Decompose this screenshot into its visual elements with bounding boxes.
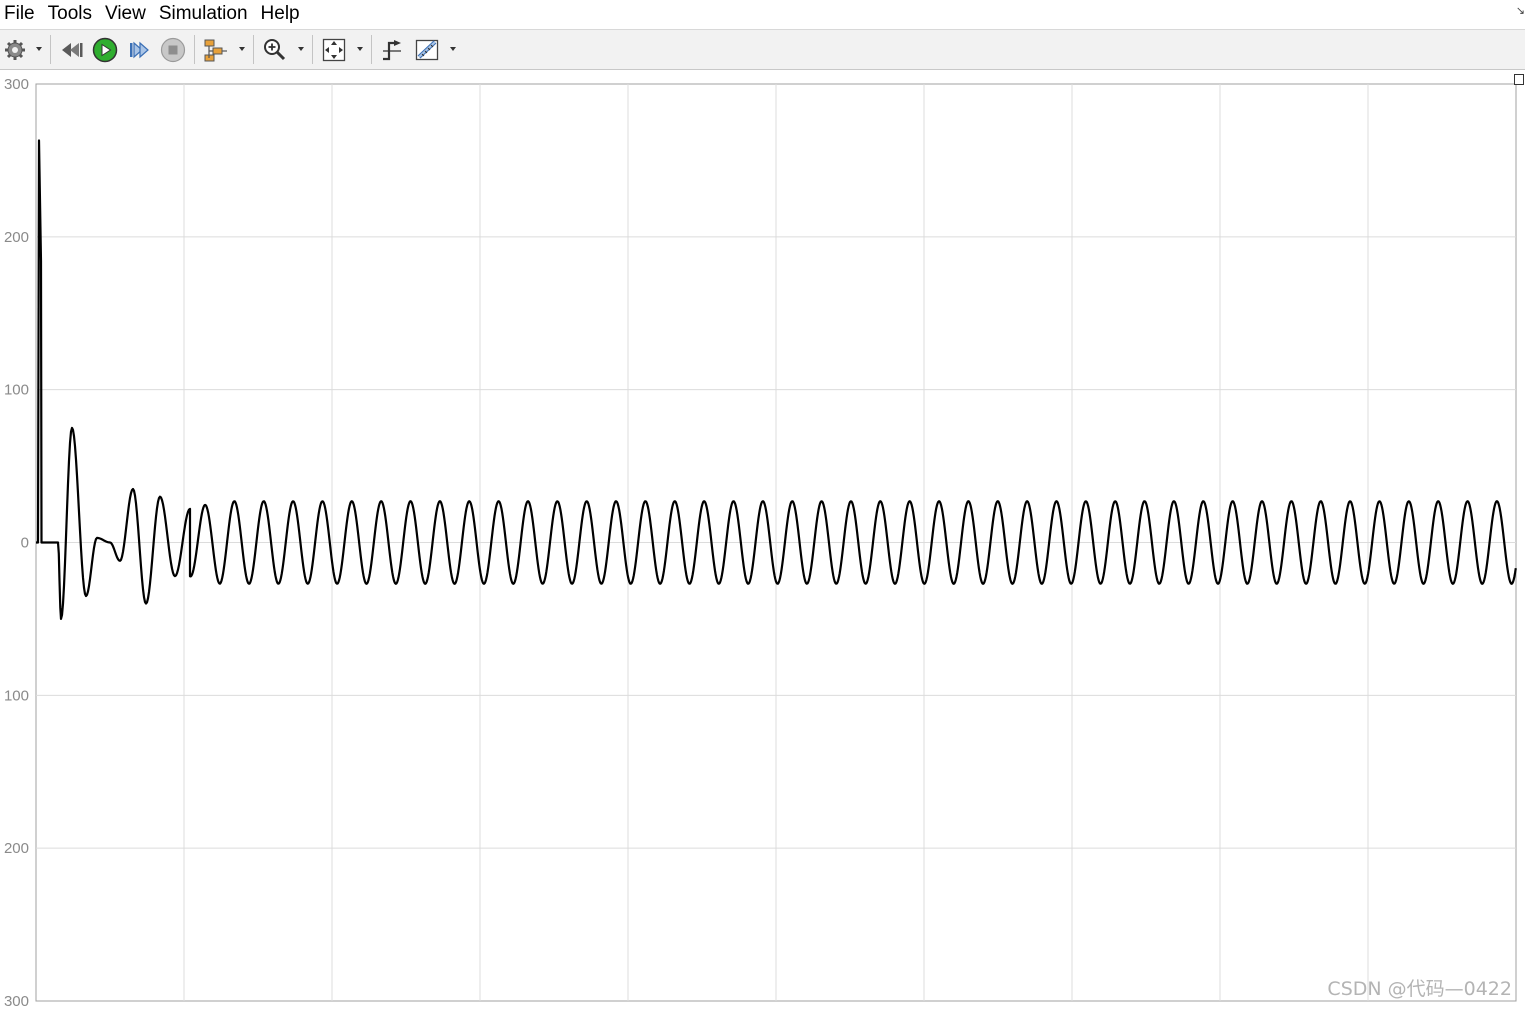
zoom-in-icon	[264, 38, 286, 60]
toolbar-separator	[194, 35, 195, 64]
y-tick-label: 0	[21, 535, 29, 552]
measurements-button[interactable]	[414, 36, 442, 63]
fit-to-view-button[interactable]	[321, 36, 347, 63]
stop-button[interactable]	[160, 36, 186, 63]
undock-icon[interactable]: ↘	[1516, 4, 1525, 17]
fit-to-view-icon	[322, 38, 346, 61]
stop-icon	[160, 37, 186, 62]
scope-plot[interactable]: 300 200 100 0 100 200 300	[0, 70, 1525, 1009]
menu-simulation[interactable]: Simulation	[154, 0, 256, 28]
settings-dropdown-icon[interactable]	[36, 47, 42, 51]
toolbar-separator	[371, 35, 372, 64]
toolbar-separator	[50, 35, 51, 64]
toolbar-separator	[253, 35, 254, 64]
run-icon	[92, 37, 118, 62]
y-tick-label: 300	[4, 76, 29, 93]
settings-icon	[5, 39, 25, 60]
restore-axes-icon[interactable]	[1514, 74, 1524, 85]
step-forward-icon	[130, 41, 149, 58]
menu-file[interactable]: File	[0, 0, 43, 28]
y-tick-label: 200	[4, 229, 29, 246]
zoom-dropdown-icon[interactable]	[298, 47, 304, 51]
zoom-button[interactable]	[262, 36, 288, 63]
menu-view[interactable]: View	[100, 0, 154, 28]
y-tick-labels: 300 200 100 0 100 200 300	[4, 76, 29, 1009]
measurements-icon	[415, 39, 439, 60]
fit-to-view-dropdown-icon[interactable]	[357, 47, 363, 51]
triggers-icon	[383, 39, 401, 60]
menu-bar: File Tools View Simulation Help ↘	[0, 0, 1525, 28]
measurements-dropdown-icon[interactable]	[450, 47, 456, 51]
signal-highlight-icon	[204, 39, 227, 61]
toolbar-separator	[312, 35, 313, 64]
y-tick-label: 300	[4, 993, 29, 1009]
step-back-button[interactable]	[59, 36, 85, 63]
y-tick-label: 100	[4, 687, 29, 704]
step-forward-button[interactable]	[127, 36, 151, 63]
y-tick-label: 100	[4, 382, 29, 399]
y-tick-label: 200	[4, 840, 29, 857]
signal-highlight-dropdown-icon[interactable]	[239, 47, 245, 51]
run-button[interactable]	[92, 36, 118, 63]
watermark: CSDN @代码—0422	[1327, 978, 1512, 1000]
menu-help[interactable]: Help	[256, 0, 308, 28]
step-back-icon	[62, 42, 83, 57]
scope-chart: 300 200 100 0 100 200 300	[4, 76, 1517, 1009]
settings-button[interactable]	[3, 36, 27, 63]
triggers-button[interactable]	[379, 36, 405, 63]
signal-highlight-button[interactable]	[203, 36, 229, 63]
menu-tools[interactable]: Tools	[43, 0, 100, 28]
toolbar	[0, 29, 1525, 70]
